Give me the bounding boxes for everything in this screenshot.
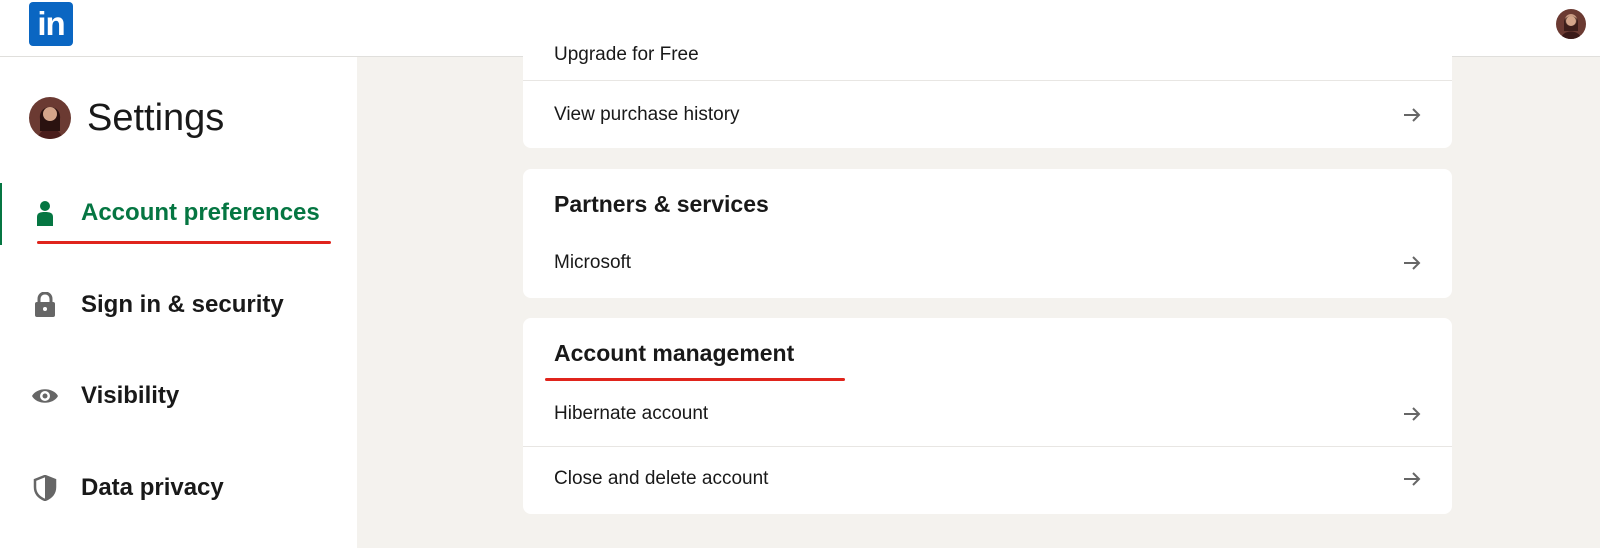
arrow-right-icon bbox=[1404, 107, 1421, 122]
row-label: Hibernate account bbox=[554, 403, 709, 424]
page-title: Settings bbox=[87, 96, 225, 139]
person-icon bbox=[31, 199, 59, 227]
shield-icon bbox=[31, 474, 59, 502]
row-label: View purchase history bbox=[554, 103, 740, 125]
arrow-right-icon bbox=[1404, 472, 1421, 486]
annotation-underline bbox=[545, 378, 845, 381]
microsoft-row[interactable]: Microsoft bbox=[523, 233, 1452, 293]
upgrade-row[interactable]: Upgrade for Free bbox=[523, 16, 1452, 80]
arrow-right-icon bbox=[1404, 407, 1421, 421]
sidebar-item-label: Data privacy bbox=[81, 474, 224, 501]
sidebar-item-visibility[interactable]: Visibility bbox=[0, 366, 357, 426]
arrow-right-icon bbox=[1404, 256, 1421, 270]
partners-services-card: Partners & services Microsoft bbox=[523, 169, 1452, 298]
sidebar-item-sign-in-security[interactable]: Sign in & security bbox=[0, 275, 357, 335]
sidebar-item-account-preferences[interactable]: Account preferences bbox=[0, 183, 357, 243]
row-label: Microsoft bbox=[554, 252, 632, 273]
profile-avatar[interactable] bbox=[1556, 9, 1586, 39]
settings-header: Settings bbox=[29, 93, 224, 143]
settings-sidebar: Settings Account preferences Sign in & s… bbox=[0, 57, 357, 548]
row-label: Close and delete account bbox=[554, 468, 769, 489]
view-purchase-history-row[interactable]: View purchase history bbox=[523, 81, 1452, 148]
purchases-card: Upgrade for Free View purchase history bbox=[523, 36, 1452, 148]
settings-avatar bbox=[29, 97, 71, 139]
sidebar-item-label: Sign in & security bbox=[81, 291, 284, 318]
annotation-underline bbox=[37, 241, 331, 244]
linkedin-logo[interactable]: in bbox=[29, 2, 73, 46]
section-title: Account management bbox=[554, 340, 795, 366]
sidebar-item-label: Account preferences bbox=[81, 199, 320, 226]
close-delete-account-row[interactable]: Close and delete account bbox=[523, 447, 1452, 511]
lock-icon bbox=[31, 291, 59, 319]
sidebar-item-data-privacy[interactable]: Data privacy bbox=[0, 458, 357, 518]
row-label: Upgrade for Free bbox=[554, 44, 699, 65]
section-title: Partners & services bbox=[554, 191, 769, 217]
eye-icon bbox=[31, 382, 59, 410]
hibernate-account-row[interactable]: Hibernate account bbox=[523, 384, 1452, 444]
sidebar-item-label: Visibility bbox=[81, 382, 180, 409]
account-management-card: Account management Hibernate account Clo… bbox=[523, 318, 1452, 514]
